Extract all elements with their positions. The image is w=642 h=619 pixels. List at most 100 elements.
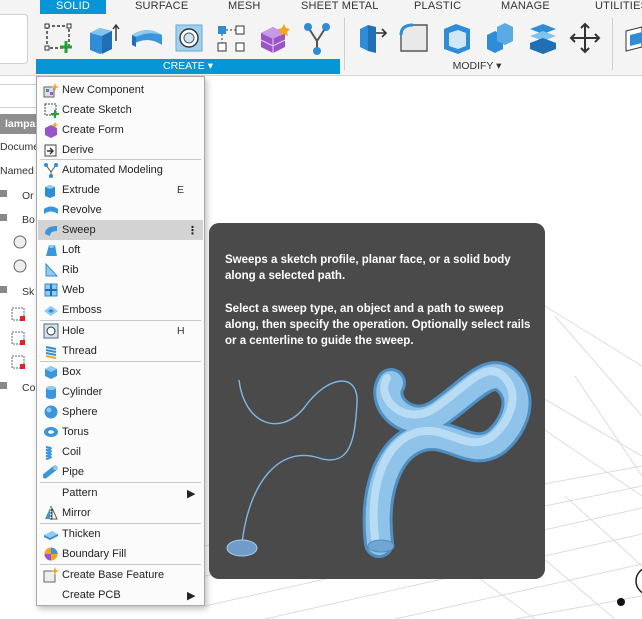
menu-item-create-pcb[interactable]: Create PCB ▶ [38, 585, 203, 605]
menu-item-sphere[interactable]: Sphere [38, 402, 203, 422]
automated-modeling-icon [42, 162, 60, 178]
pipe-icon [42, 464, 60, 480]
combine-tool[interactable] [481, 18, 519, 58]
tab-surface[interactable]: SURFACE [135, 0, 188, 14]
submenu-arrow-icon: ▶ [187, 487, 196, 500]
rectangular-pattern-icon [217, 25, 245, 52]
new-component-icon [42, 82, 60, 98]
menu-item-automated-modeling[interactable]: Automated Modeling [38, 160, 203, 180]
menu-item-create-base-feature[interactable]: Create Base Feature [38, 565, 203, 585]
shell-tool[interactable] [438, 18, 476, 58]
shell-icon [444, 24, 470, 54]
hole-shortcut: H [177, 325, 185, 337]
press-pull-icon [360, 25, 388, 53]
revolve-tool[interactable] [128, 18, 166, 58]
derive-icon [42, 142, 60, 158]
menu-item-web[interactable]: Web [38, 280, 203, 300]
thread-icon [42, 343, 60, 359]
create-dropdown-button[interactable]: CREATE ▾ [36, 59, 340, 74]
create-form-icon [42, 122, 60, 138]
create-form-icon [260, 24, 290, 53]
create-dropdown-menu: New Component Create Sketch Create Form … [36, 76, 205, 606]
view-cube-icon[interactable] [635, 567, 642, 595]
menu-item-coil[interactable]: Coil [38, 442, 203, 462]
menu-item-derive[interactable]: Derive [38, 140, 203, 160]
create-sketch-icon [42, 102, 60, 118]
offset-plane-icon [625, 26, 642, 52]
menu-item-emboss[interactable]: Emboss [38, 300, 203, 320]
sweep-illustration [226, 361, 532, 558]
menu-item-new-component[interactable]: New Component [38, 80, 203, 100]
tab-sheet-metal[interactable]: SHEET METAL [301, 0, 379, 14]
ribbon-toolbar: SOLID SURFACE MESH SHEET METAL PLASTIC M… [0, 0, 642, 76]
sweep-icon [42, 222, 60, 238]
toolbar-separator [344, 18, 345, 70]
menu-item-box[interactable]: Box [38, 362, 203, 382]
tab-utilities[interactable]: UTILITIES [595, 0, 642, 14]
construct-tool[interactable] [620, 18, 642, 58]
move-arrows-icon [569, 22, 601, 54]
fillet-tool[interactable] [395, 18, 433, 58]
menu-item-loft[interactable]: Loft [38, 240, 203, 260]
browser-tree-icons [0, 190, 27, 389]
tab-mesh[interactable]: MESH [228, 0, 261, 14]
combine-icon [487, 23, 513, 53]
browser-item-document-settings[interactable]: Docume [0, 137, 39, 157]
modify-dropdown-button[interactable]: MODIFY ▾ [346, 59, 608, 74]
visibility-eye-icon [13, 259, 27, 273]
tab-manage[interactable]: MANAGE [501, 0, 550, 14]
menu-item-revolve[interactable]: Revolve [38, 200, 203, 220]
hole-tool[interactable] [170, 18, 208, 58]
menu-item-boundary-fill[interactable]: Boundary Fill [38, 544, 203, 564]
coil-icon [42, 444, 60, 460]
toolbar-separator [612, 18, 613, 70]
replace-face-tool[interactable] [524, 18, 562, 58]
loft-icon [42, 242, 60, 258]
press-pull-tool[interactable] [352, 18, 390, 58]
menu-item-hole[interactable]: Hole H [38, 321, 203, 341]
base-feature-icon [42, 567, 60, 583]
thicken-icon [42, 526, 60, 542]
menu-item-extrude[interactable]: Extrude E [38, 180, 203, 200]
menu-item-sweep[interactable]: Sweep ⋮ [38, 220, 203, 240]
sweep-profile-ellipse [226, 539, 258, 557]
menu-item-cylinder[interactable]: Cylinder [38, 382, 203, 402]
pattern-tool[interactable] [212, 18, 250, 58]
automated-modeling-tool[interactable] [298, 18, 336, 58]
replace-face-icon [530, 24, 556, 54]
menu-item-thread[interactable]: Thread [38, 341, 203, 361]
revolve-icon [132, 30, 162, 47]
more-options-icon[interactable]: ⋮ [187, 224, 203, 237]
cylinder-icon [42, 384, 60, 400]
menu-item-pipe[interactable]: Pipe [38, 462, 203, 482]
menu-item-rib[interactable]: Rib [38, 260, 203, 280]
boundary-fill-icon [42, 546, 60, 562]
visibility-eye-icon [13, 235, 27, 249]
move-copy-tool[interactable] [566, 18, 604, 58]
extrude-shortcut: E [177, 184, 185, 196]
origin-point-icon [617, 598, 625, 606]
create-form-tool[interactable] [255, 18, 293, 58]
mirror-icon [42, 505, 60, 521]
sweep-path-curve [238, 379, 358, 544]
browser-root-item[interactable]: lampa [0, 114, 40, 134]
menu-item-create-form[interactable]: Create Form [38, 120, 203, 140]
create-sketch-icon [44, 23, 72, 53]
menu-item-torus[interactable]: Torus [38, 422, 203, 442]
rib-icon [42, 262, 60, 278]
menu-item-create-sketch[interactable]: Create Sketch [38, 100, 203, 120]
sweep-tooltip: Sweeps a sketch profile, planar face, or… [209, 223, 545, 579]
tab-plastic[interactable]: PLASTIC [414, 0, 461, 14]
data-panel-button[interactable] [0, 14, 28, 64]
fillet-icon [399, 23, 428, 52]
extrude-tool[interactable] [84, 18, 122, 58]
menu-item-pattern[interactable]: Pattern ▶ [38, 483, 203, 503]
menu-item-thicken[interactable]: Thicken [38, 524, 203, 544]
automated-modeling-icon [304, 23, 330, 55]
box-icon [42, 364, 60, 380]
tab-solid[interactable]: SOLID [40, 0, 106, 14]
browser-search-box[interactable] [0, 84, 40, 108]
menu-item-mirror[interactable]: Mirror [38, 503, 203, 523]
create-sketch-tool[interactable] [40, 18, 78, 58]
sphere-icon [42, 404, 60, 420]
